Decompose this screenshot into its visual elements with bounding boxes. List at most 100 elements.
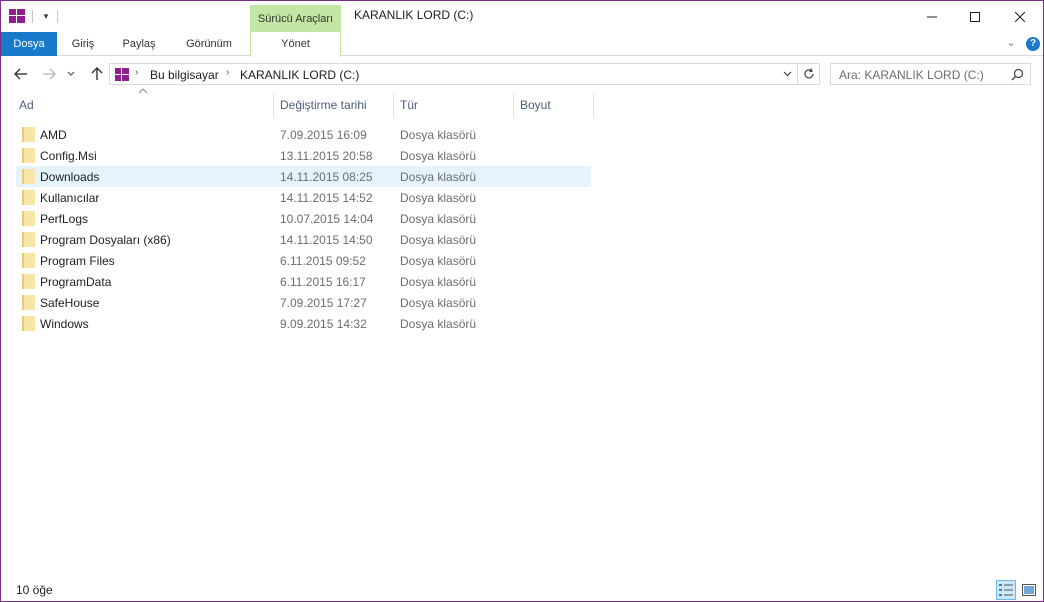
file-row[interactable]: PerfLogs 10.07.2015 14:04 Dosya klasörü: [16, 208, 591, 229]
maximize-icon: [970, 11, 980, 22]
file-date: 14.11.2015 14:50: [280, 233, 373, 247]
context-group-header: Sürücü Araçları: [250, 5, 341, 33]
file-type: Dosya klasörü: [400, 191, 477, 205]
file-date: 14.11.2015 08:25: [280, 170, 373, 184]
help-icon[interactable]: ?: [1026, 37, 1040, 51]
qat-separator: [32, 10, 33, 23]
file-name[interactable]: Downloads: [40, 170, 99, 184]
file-name[interactable]: Windows: [40, 317, 89, 331]
tab-file[interactable]: Dosya: [1, 32, 57, 56]
status-item-count: 10 öğe: [16, 583, 53, 597]
qat-separator: [57, 10, 58, 23]
folder-icon: [22, 253, 35, 268]
folder-icon: [22, 232, 35, 247]
file-row[interactable]: SafeHouse 7.09.2015 17:27 Dosya klasörü: [16, 292, 591, 313]
back-button[interactable]: [12, 65, 30, 83]
breadcrumb-separator-icon[interactable]: ›: [135, 67, 138, 78]
windows-logo-icon[interactable]: [9, 9, 25, 23]
forward-arrow-icon: [43, 68, 56, 80]
file-name[interactable]: SafeHouse: [40, 296, 99, 310]
folder-icon: [22, 127, 35, 142]
file-type: Dosya klasörü: [400, 233, 477, 247]
forward-button[interactable]: [40, 65, 58, 83]
recent-locations-button[interactable]: [65, 65, 77, 83]
large-icons-view-icon: [1022, 584, 1036, 596]
back-arrow-icon: [14, 68, 27, 80]
file-row[interactable]: ProgramData 6.11.2015 16:17 Dosya klasörü: [16, 271, 591, 292]
address-dropdown-button[interactable]: [780, 67, 794, 81]
folder-icon: [22, 148, 35, 163]
file-name[interactable]: Program Dosyaları (x86): [40, 233, 171, 247]
column-header-size[interactable]: Boyut: [514, 92, 593, 118]
file-date: 9.09.2015 14:32: [280, 317, 367, 331]
navigation-bar: › Bu bilgisayar › KARANLIK LORD (C:) Ara…: [1, 57, 1043, 91]
drive-icon: [115, 68, 129, 81]
tab-share[interactable]: Paylaş: [119, 32, 159, 56]
folder-icon: [22, 316, 35, 331]
file-row[interactable]: AMD 7.09.2015 16:09 Dosya klasörü: [16, 124, 591, 145]
ribbon-expand-icon[interactable]: ⌄: [1004, 36, 1018, 49]
file-row[interactable]: Kullanıcılar 14.11.2015 14:52 Dosya klasör…: [16, 187, 591, 208]
file-date: 7.09.2015 16:09: [280, 128, 367, 142]
column-divider[interactable]: [593, 92, 594, 118]
file-row[interactable]: Program Dosyaları (x86) 14.11.2015 14:50 D…: [16, 229, 591, 250]
file-type: Dosya klasörü: [400, 275, 477, 289]
tab-manage[interactable]: Yönet: [250, 32, 341, 57]
file-name[interactable]: PerfLogs: [40, 212, 88, 226]
folder-icon: [22, 169, 35, 184]
breadcrumb-drive[interactable]: KARANLIK LORD (C:): [240, 68, 359, 82]
file-name[interactable]: AMD: [40, 128, 67, 142]
details-view-button[interactable]: [996, 580, 1016, 600]
file-list: AMD 7.09.2015 16:09 Dosya klasörü Config.Ms…: [16, 124, 591, 334]
file-date: 10.07.2015 14:04: [280, 212, 374, 226]
folder-icon: [22, 190, 35, 205]
search-icon[interactable]: [1011, 68, 1024, 81]
up-button[interactable]: [88, 65, 106, 83]
chevron-down-icon: [783, 71, 791, 77]
file-date: 14.11.2015 14:52: [280, 191, 373, 205]
breadcrumb-this-pc[interactable]: Bu bilgisayar: [150, 68, 219, 82]
up-arrow-icon: [91, 67, 103, 80]
file-type: Dosya klasörü: [400, 212, 477, 226]
file-type: Dosya klasörü: [400, 149, 477, 163]
file-name[interactable]: ProgramData: [40, 275, 111, 289]
quick-access-dropdown-icon[interactable]: ▾: [40, 9, 52, 23]
title-bar: ▾ Sürücü Araçları KARANLIK LORD (C:): [1, 1, 1043, 33]
file-date: 13.11.2015 20:58: [280, 149, 373, 163]
file-row[interactable]: Program Files 6.11.2015 09:52 Dosya klasör…: [16, 250, 591, 271]
file-date: 7.09.2015 17:27: [280, 296, 367, 310]
file-row[interactable]: Windows 9.09.2015 14:32 Dosya klasörü: [16, 313, 591, 334]
column-header-type[interactable]: Tür: [394, 92, 513, 118]
folder-icon: [22, 295, 35, 310]
file-type: Dosya klasörü: [400, 317, 477, 331]
breadcrumb-separator-icon[interactable]: ›: [226, 67, 229, 78]
column-header-name[interactable]: Ad: [13, 92, 272, 118]
search-box[interactable]: Ara: KARANLIK LORD (C:): [830, 63, 1031, 85]
file-date: 6.11.2015 09:52: [280, 254, 366, 268]
file-row[interactable]: Config.Msi 13.11.2015 20:58 Dosya klasörü: [16, 145, 591, 166]
address-bar[interactable]: › Bu bilgisayar › KARANLIK LORD (C:): [109, 63, 798, 85]
large-icons-view-button[interactable]: [1019, 580, 1039, 600]
file-name[interactable]: Kullanıcılar: [40, 191, 99, 205]
folder-icon: [22, 274, 35, 289]
file-name[interactable]: Config.Msi: [40, 149, 97, 163]
explorer-window: ▾ Sürücü Araçları KARANLIK LORD (C:) Dos…: [0, 0, 1044, 602]
column-header-date[interactable]: Değiştirme tarihi: [274, 92, 393, 118]
window-title: KARANLIK LORD (C:): [354, 8, 474, 22]
ribbon-tabs: Dosya Giriş Paylaş Görünüm Yönet ⌄ ?: [1, 32, 1043, 57]
search-input[interactable]: Ara: KARANLIK LORD (C:): [839, 68, 984, 82]
minimize-icon: [927, 16, 937, 17]
tab-view[interactable]: Görünüm: [178, 32, 240, 56]
file-row[interactable]: Downloads 14.11.2015 08:25 Dosya klasörü: [16, 166, 591, 187]
tab-home[interactable]: Giriş: [65, 32, 101, 56]
refresh-button[interactable]: [798, 63, 820, 85]
folder-icon: [22, 211, 35, 226]
file-date: 6.11.2015 16:17: [280, 275, 366, 289]
details-view-icon: [999, 584, 1013, 596]
minimize-button[interactable]: [909, 1, 955, 32]
file-type: Dosya klasörü: [400, 170, 477, 184]
maximize-button[interactable]: [952, 1, 998, 32]
close-button[interactable]: [997, 1, 1043, 32]
file-name[interactable]: Program Files: [40, 254, 115, 268]
file-type: Dosya klasörü: [400, 128, 477, 142]
